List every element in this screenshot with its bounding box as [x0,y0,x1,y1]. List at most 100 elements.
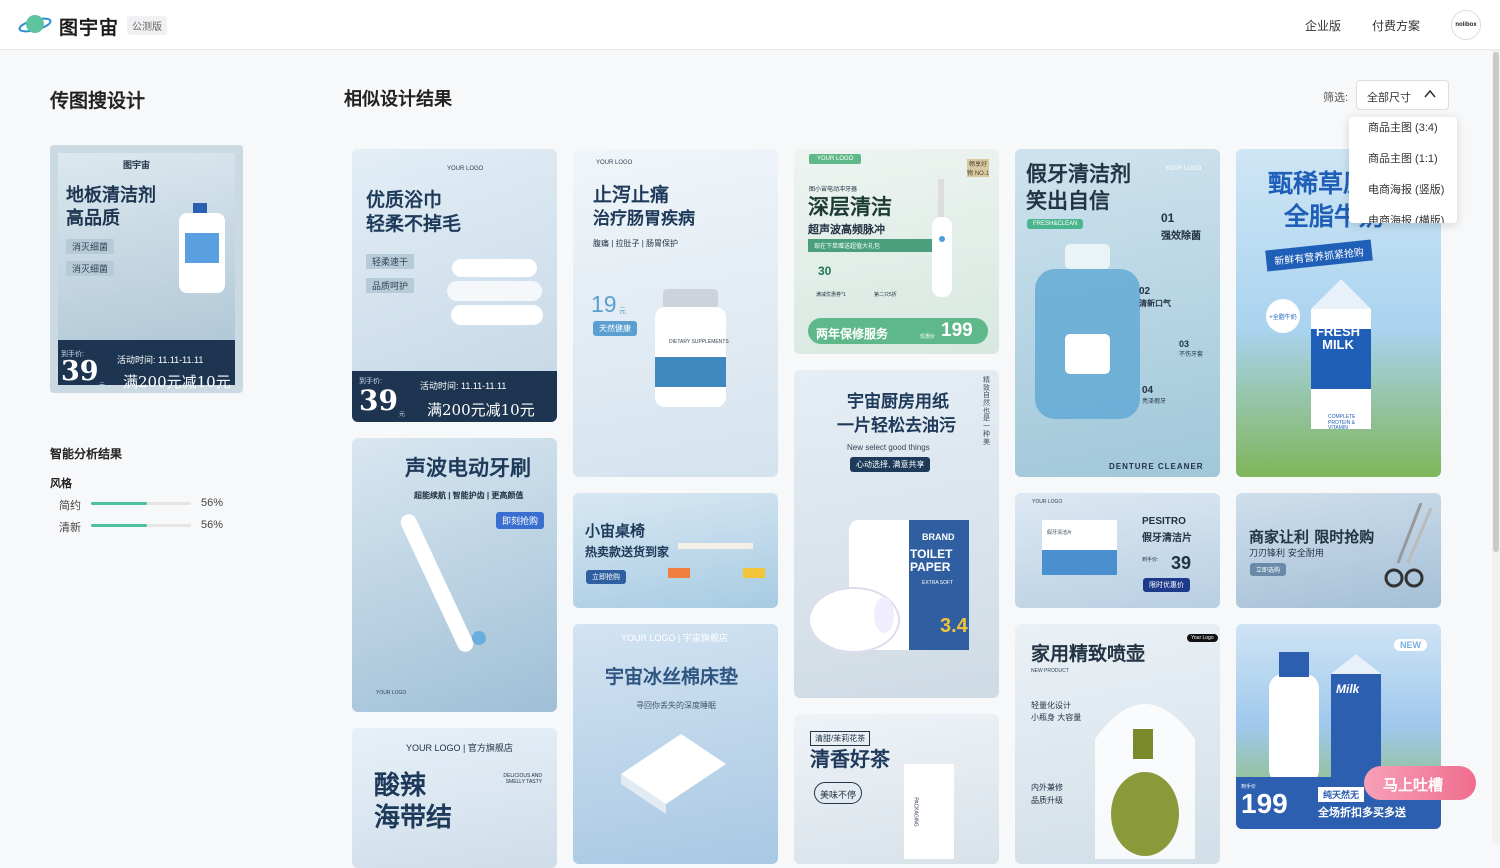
card-name: 假牙清洁片 [1142,533,1192,544]
card-new-badge: NEW [1394,639,1427,651]
card-badge: +全脂牛奶 [1266,299,1300,333]
card-num: 30 [818,264,832,278]
card-price: 39 [1171,553,1192,573]
card-title-1: 小宙桌椅 [585,523,646,540]
card-logo: YOUR LOGO | 官方旗舰店 [406,743,513,753]
card-badge: 美味不停 [814,782,862,804]
card-logo: YOUR LOGO | 宇宙旗舰店 [621,633,728,643]
card-pack: PACKAGING [912,797,919,827]
card-title: 清香好茶 [810,749,890,771]
analysis-title: 智能分析结果 [50,447,123,461]
result-card-kitchen-paper[interactable]: 精致自然 也是一种美 宇宙厨房用纸 一片轻松去油污 New select goo… [794,370,999,698]
brand-name[interactable]: 图宇宙 [59,13,119,40]
card-tag-2: 品质呵护 [366,278,415,293]
left-panel-title: 传图搜设计 [50,91,146,112]
card-promo: 全场折扣多买多送 [1318,807,1406,819]
upload-logo: 图宇宙 [123,160,151,170]
card-title-2: 治疗肠胃疾病 [593,209,695,228]
card-title-2: 一片轻松去油污 [837,416,956,436]
option-main-3-4[interactable]: 商品主图 (3:4) [1368,119,1438,135]
card-price: 39 [359,384,398,417]
planet-logo-icon[interactable] [18,12,52,38]
card-pill: 立即选购 [1250,563,1287,576]
result-card-mattress[interactable]: YOUR LOGO | 宇宙旗舰店 宇宙冰丝棉床垫 寻回你丢失的深度睡眠 [573,624,778,864]
card-label: Milk [1336,682,1360,696]
top-nav: 图宇宙 公测版 企业版 付费方案 nolibox [0,0,1500,50]
card-bar: 现在下单赠送超值大礼包 [808,239,933,252]
scissors-icon [1384,503,1433,588]
card-title: 商家让利 限时抢购 [1249,528,1375,546]
scrollbar-thumb[interactable] [1493,52,1499,552]
page-scrollbar[interactable] [1492,50,1500,844]
card-title-2: 海带结 [374,802,453,832]
mouthwash-bottle-icon [1035,244,1140,419]
card-box-label: 假牙清洁片 [1047,530,1073,536]
style-fill-simple [91,502,147,505]
result-card-toothbrush[interactable]: 声波电动牙刷 超能续航 | 智能护齿 | 更高颜值 即刻抢购 YOUR LOGO [352,438,557,712]
toothbrush-icon [400,514,486,652]
option-main-1-1[interactable]: 商品主图 (1:1) [1368,150,1438,166]
result-card-medicine[interactable]: YOUR LOGO 止泻止痛 治疗肠胃疾病 腹痛 | 拉肚子 | 肠胃保护 19… [573,149,778,477]
card-feature-4: 品质升级 [1031,796,1063,805]
mattress-icon [621,734,726,814]
option-poster-horizontal[interactable]: 电商海报 (横版) [1368,212,1444,223]
card-feature-2-num: 02 [1139,286,1151,297]
result-card-spray-bottle[interactable]: Your Logo 家用精致喷壶 NEW PRODUCT 轻量化设计 小瓶身 大… [1015,624,1220,864]
card-tag-1: 轻柔速干 [366,254,415,269]
card-sub: 超声波高频脉冲 [808,224,885,236]
result-card-denture-cleaner[interactable]: YOUR LOGO 假牙清洁剂 笑出自信 FRESH&CLEAN 01 强效除菌… [1015,149,1220,477]
uploaded-image[interactable]: 图宇宙 地板清洁剂 高品质 消灭细菌 消灭细菌 到手价: 39 元 活动时间: … [50,145,243,393]
pricing-link[interactable]: 付费方案 [1372,17,1420,34]
card-pill: FRESH&CLEAN [1027,219,1084,229]
card-title: 声波电动牙刷 [405,457,531,480]
card-product-name: FRESH MILK [1315,324,1361,352]
water-flosser-icon [932,179,952,297]
card-pill: 立即抢购 [586,570,626,584]
result-card-water-flosser[interactable]: YOUR LOGO 畅享好物 NO.1 图小宙电动冲牙器 深层清洁 超声波高频脉… [794,149,999,354]
feedback-button[interactable]: 马上吐槽 [1364,766,1476,800]
card-logo: Your Logo [1187,634,1218,642]
milk-carton-icon [1311,279,1371,429]
card-pill: 天然健康 [593,321,637,336]
card-tag: 纯天然无 [1318,787,1365,802]
card-footer: DENTURE CLEANER [1109,462,1204,471]
card-title: 深层清洁 [808,196,892,219]
result-card-kelp[interactable]: YOUR LOGO | 官方旗舰店 酸辣 海带结 DELICIOUS AND S… [352,728,557,868]
card-logo: YOUR LOGO [809,154,862,164]
card-brand: PESITRO [1142,516,1186,527]
chevron-up-icon[interactable] [1424,89,1436,99]
style-bar-simple [91,502,191,505]
card-feature-4-num: 04 [1142,385,1154,396]
card-product-name: TOILET PAPER [910,547,953,575]
card-feature-2: 清新口气 [1139,299,1171,308]
card-service: 两年保修服务 [816,327,889,341]
tablet-box-icon [1042,520,1117,575]
kids-table-icon [668,543,765,578]
card-feature-3: 不伤牙套 [1179,352,1204,358]
option-poster-vertical[interactable]: 电商海报 (竖版) [1368,181,1444,197]
result-card-tea[interactable]: 清甜/茉莉花茶 清香好茶 美味不停 PACKAGING [794,714,999,864]
supplement-bottle-icon [655,289,726,407]
card-pill: 限时优惠价 [1143,578,1190,592]
tea-box-icon [904,764,954,859]
result-card-denture-tablets[interactable]: YOUR LOGO 假牙清洁片 PESITRO 假牙清洁片 到手价: 39 限时… [1015,493,1220,608]
card-sub: 刀刃锋利 安全耐用 [1249,549,1324,559]
card-count: 3.4 [940,615,968,637]
card-logo: YOUR LOGO [376,690,407,696]
card-pill: 即刻抢购 [496,512,545,529]
card-small: 图小宙电动冲牙器 [809,187,858,193]
results-title: 相似设计结果 [344,89,452,109]
card-bottle-label: DIETARY SUPPLEMENTS [669,339,729,345]
result-card-bath-towel[interactable]: YOUR LOGO 优质浴巾 轻柔不掉毛 轻柔速干 品质呵护 到手价: 39 元… [352,149,557,422]
card-date: 活动时间: 11.11-11.11 [420,381,507,391]
towel-stack-icon [447,259,543,325]
user-avatar[interactable]: nolibox [1451,10,1481,40]
result-card-scissors[interactable]: 商家让利 限时抢购 刀刃锋利 安全耐用 立即选购 [1236,493,1441,608]
card-price: 199 [941,320,973,341]
enterprise-link[interactable]: 企业版 [1305,17,1341,34]
result-card-desk[interactable]: 小宙桌椅 热卖款送货到家 立即抢购 [573,493,778,608]
card-title-1: 假牙清洁剂 [1026,163,1131,186]
card-sub: 寻回你丢失的深度睡眠 [636,701,716,710]
card-gift-2: 第二只5折 [874,292,897,298]
card-logo: YOUR LOGO [1165,166,1202,172]
